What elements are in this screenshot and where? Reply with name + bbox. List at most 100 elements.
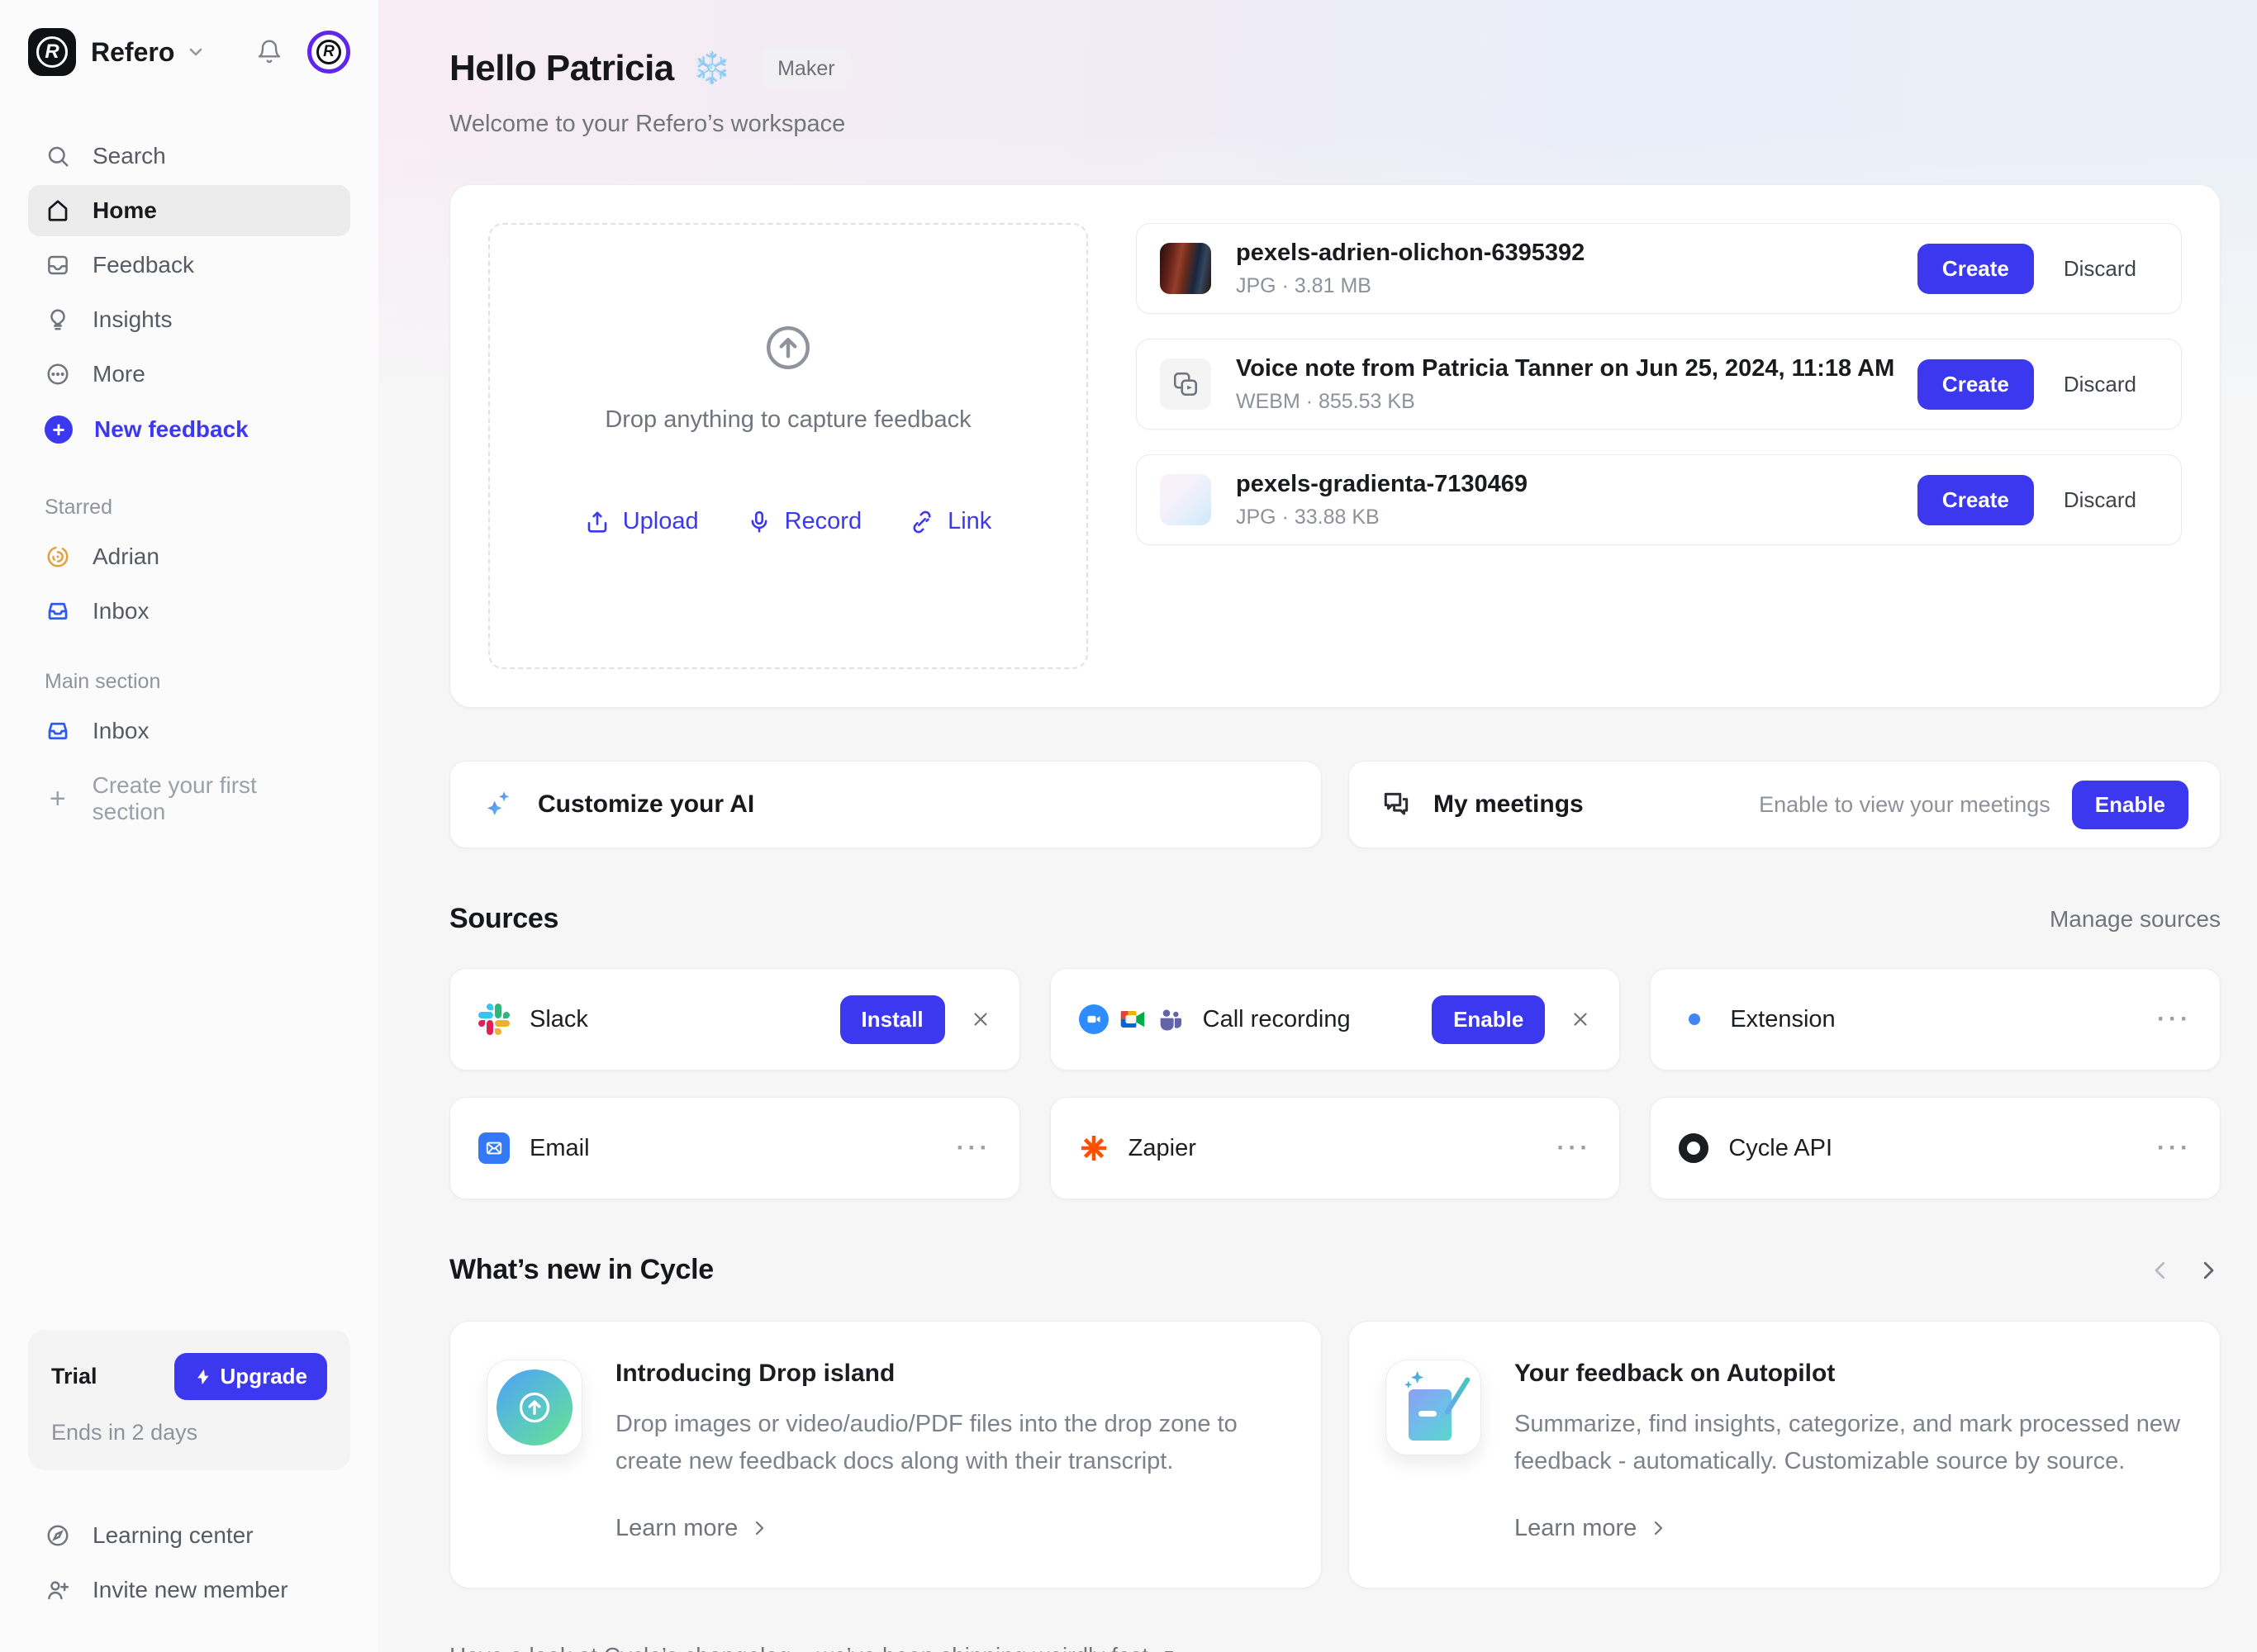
- source-name: Email: [530, 1135, 590, 1162]
- record-button[interactable]: Record: [747, 508, 862, 535]
- chrome-icon: [1679, 1004, 1710, 1035]
- news-title: Your feedback on Autopilot: [1514, 1360, 2183, 1388]
- sources-grid: Slack Install Call recording: [449, 968, 2221, 1199]
- file-meta: WEBM · 855.53 KB: [1236, 390, 1894, 414]
- feedback-row: pexels-gradienta-7130469 JPG · 33.88 KB …: [1136, 454, 2182, 545]
- capture-card: Drop anything to capture feedback Upload…: [449, 184, 2221, 708]
- dropzone-text: Drop anything to capture feedback: [605, 406, 971, 434]
- trial-title: Trial: [51, 1364, 97, 1389]
- search-icon: [45, 144, 71, 169]
- sidebar-item-feedback[interactable]: Feedback: [28, 240, 350, 291]
- compass-icon: [45, 1523, 71, 1548]
- enable-meetings-button[interactable]: Enable: [2072, 781, 2188, 829]
- learn-more-link[interactable]: Learn more: [615, 1515, 1285, 1542]
- feedback-row: pexels-adrien-olichon-6395392 JPG · 3.81…: [1136, 223, 2182, 314]
- whats-new-title: What’s new in Cycle: [449, 1254, 714, 1286]
- sidebar-item-main-inbox[interactable]: Inbox: [28, 705, 350, 757]
- plus-circle-icon: +: [45, 415, 73, 444]
- trial-ends-text: Ends in 2 days: [51, 1420, 327, 1446]
- google-meet-icon: [1119, 1005, 1147, 1033]
- file-thumbnail: [1160, 474, 1211, 525]
- changelog-label: Have a look at Cycle’s changelog – we’ve…: [449, 1643, 1148, 1652]
- workspace-switcher[interactable]: R Refero R: [28, 28, 350, 76]
- sidebar-item-adrian[interactable]: Adrian: [28, 531, 350, 582]
- more-options-icon[interactable]: [2157, 1005, 2192, 1033]
- sources-title: Sources: [449, 903, 558, 935]
- lightbulb-icon: [45, 307, 71, 332]
- close-icon[interactable]: [1570, 1009, 1591, 1030]
- main-content: Hello Patricia ❄️ Maker Welcome to your …: [378, 0, 2257, 1652]
- customize-ai-card[interactable]: Customize your AI: [449, 761, 1322, 848]
- discard-button[interactable]: Discard: [2064, 256, 2136, 282]
- notifications-bell-icon[interactable]: [256, 39, 283, 65]
- sidebar-item-label: Inbox: [93, 718, 150, 744]
- news-card-autopilot: Your feedback on Autopilot Summarize, fi…: [1348, 1321, 2221, 1588]
- sidebar-item-insights[interactable]: Insights: [28, 294, 350, 345]
- sidebar-item-home[interactable]: Home: [28, 185, 350, 236]
- snowflake-emoji: ❄️: [692, 50, 731, 87]
- source-card-zapier: Zapier: [1050, 1097, 1621, 1199]
- user-plus-icon: [45, 1578, 71, 1602]
- page-title: Hello Patricia: [449, 48, 674, 89]
- source-card-extension: Extension: [1650, 968, 2221, 1070]
- news-card-drop-island: Introducing Drop island Drop images or v…: [449, 1321, 1322, 1588]
- chevron-right-icon: [749, 1518, 769, 1538]
- upgrade-button[interactable]: Upgrade: [174, 1353, 327, 1400]
- discard-button[interactable]: Discard: [2064, 487, 2136, 513]
- more-options-icon[interactable]: [1556, 1134, 1591, 1162]
- create-button[interactable]: Create: [1917, 359, 2034, 410]
- media-file-icon: [1160, 358, 1211, 410]
- source-name: Zapier: [1128, 1135, 1196, 1162]
- file-title: pexels-adrien-olichon-6395392: [1236, 240, 1585, 267]
- upload-label: Upload: [623, 508, 699, 535]
- sparkles-icon: [1404, 1370, 1437, 1398]
- file-title: Voice note from Patricia Tanner on Jun 2…: [1236, 355, 1894, 382]
- feedback-dropzone[interactable]: Drop anything to capture feedback Upload…: [488, 223, 1088, 669]
- avatar-letter: R: [316, 40, 341, 64]
- source-card-cycle-api: Cycle API: [1650, 1097, 2221, 1199]
- close-icon[interactable]: [970, 1009, 991, 1030]
- customize-ai-title: Customize your AI: [538, 790, 754, 819]
- sidebar-item-starred-inbox[interactable]: Inbox: [28, 586, 350, 637]
- changelog-link[interactable]: Have a look at Cycle’s changelog – we’ve…: [449, 1643, 2221, 1652]
- sidebar-item-learning-center[interactable]: Learning center: [28, 1510, 350, 1561]
- install-slack-button[interactable]: Install: [840, 995, 945, 1044]
- upload-icon: [585, 510, 610, 534]
- sidebar-item-label: Adrian: [93, 544, 159, 570]
- file-title: pexels-gradienta-7130469: [1236, 471, 1528, 498]
- learn-more-link[interactable]: Learn more: [1514, 1515, 2183, 1542]
- link-button[interactable]: Link: [910, 508, 991, 535]
- new-feedback-button[interactable]: + New feedback: [28, 403, 350, 456]
- chevron-down-icon: [186, 42, 206, 62]
- sidebar-item-search[interactable]: Search: [28, 131, 350, 182]
- autopilot-icon: [1385, 1360, 1481, 1455]
- create-button[interactable]: Create: [1917, 475, 2034, 525]
- user-avatar[interactable]: R: [307, 31, 350, 74]
- more-options-icon[interactable]: [2157, 1134, 2192, 1162]
- create-first-section-button[interactable]: + Create your first section: [28, 760, 350, 838]
- ms-teams-icon: [1157, 1006, 1183, 1032]
- sidebar-item-more[interactable]: More: [28, 349, 350, 400]
- sidebar-item-label: Invite new member: [93, 1577, 288, 1603]
- source-card-email: Email: [449, 1097, 1020, 1199]
- sidebar-item-invite-member[interactable]: Invite new member: [28, 1564, 350, 1616]
- source-card-call-recording: Call recording Enable: [1050, 968, 1621, 1070]
- carousel-next-icon[interactable]: [2196, 1258, 2221, 1283]
- workspace-name: Refero: [91, 37, 174, 68]
- inbox-icon: [45, 599, 71, 624]
- drop-island-icon: [487, 1360, 582, 1455]
- manage-sources-link[interactable]: Manage sources: [2050, 906, 2221, 933]
- file-meta: JPG · 33.88 KB: [1236, 506, 1528, 529]
- enable-call-recording-button[interactable]: Enable: [1432, 995, 1545, 1044]
- create-button[interactable]: Create: [1917, 244, 2034, 294]
- discard-button[interactable]: Discard: [2064, 372, 2136, 397]
- more-options-icon[interactable]: [957, 1134, 991, 1162]
- upload-button[interactable]: Upload: [585, 508, 699, 535]
- meetings-chat-icon: [1380, 789, 1412, 820]
- main-section-label: Main section: [45, 670, 350, 694]
- arrow-up-circle-icon: [763, 322, 814, 373]
- sidebar-item-label: Home: [93, 197, 157, 224]
- workspace-logo: R: [28, 28, 76, 76]
- sidebar-item-label: Learning center: [93, 1522, 254, 1549]
- carousel-prev-icon[interactable]: [2148, 1258, 2173, 1283]
